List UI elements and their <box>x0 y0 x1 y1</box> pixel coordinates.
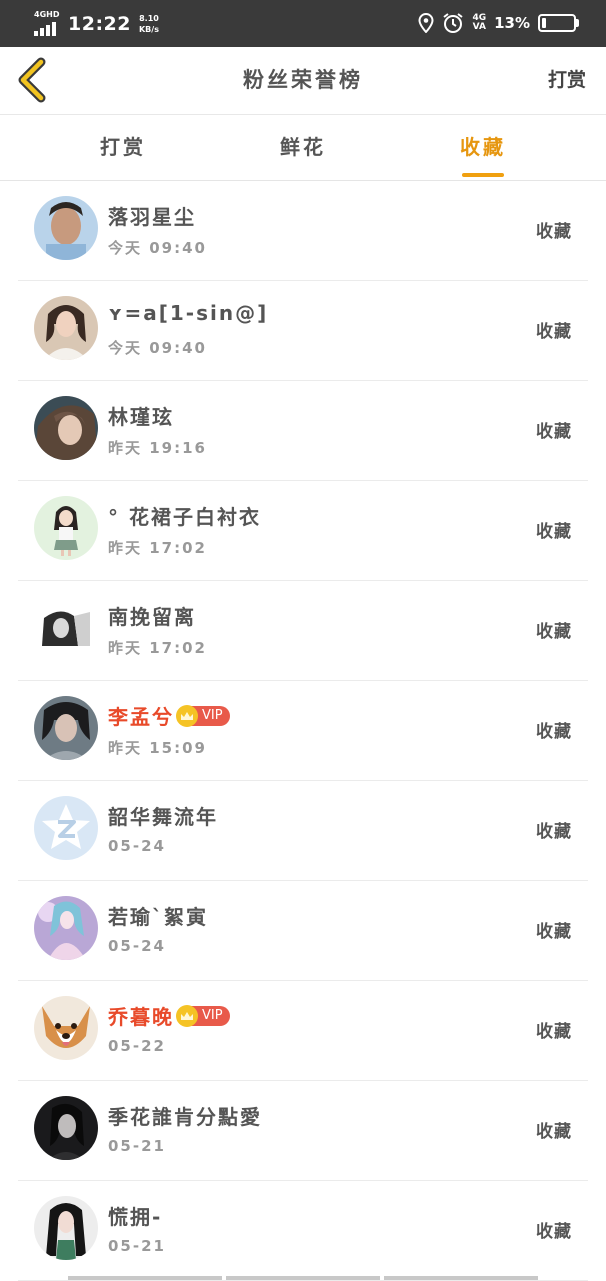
timestamp: 05-21 <box>108 1137 166 1155</box>
timestamp: 今天 09:40 <box>108 239 207 257</box>
user-name-text: 林瑾玹 <box>108 405 174 429</box>
vip-label: VIP <box>202 708 223 723</box>
user-name: 落羽星尘 <box>108 201 196 230</box>
user-name-text: ° 花裙子白衬衣 <box>108 505 261 529</box>
user-name: ʏ=a[1-sin@] <box>108 301 268 325</box>
tab-reward[interactable]: 打赏 <box>78 115 168 180</box>
avatar[interactable] <box>34 1196 98 1260</box>
status-left: 4GHD 12:22 8.10 KB/s <box>34 10 159 36</box>
tab-favorites[interactable]: 收藏 <box>438 115 528 180</box>
user-name: 韶华舞流年 <box>108 801 218 830</box>
avatar[interactable] <box>34 896 98 960</box>
avatar[interactable] <box>34 396 98 460</box>
user-name: 乔暮晚 VIP <box>108 1001 230 1030</box>
mobile-data-icon: 4G VA <box>472 14 486 32</box>
header-bar: 粉丝荣誉榜 打赏 <box>0 47 606 115</box>
vip-label: VIP <box>202 1008 223 1023</box>
user-name-text: 季花誰肯分點愛 <box>108 1105 262 1129</box>
user-name-text: 落羽星尘 <box>108 205 196 229</box>
timestamp: 昨天 19:16 <box>108 439 207 457</box>
action-label: 收藏 <box>536 522 572 542</box>
action-label: 收藏 <box>536 1222 572 1242</box>
user-name: 林瑾玹 <box>108 401 174 430</box>
crown-icon <box>176 704 198 727</box>
net-right-bottom: VA <box>472 22 486 32</box>
action-label: 收藏 <box>536 422 572 442</box>
avatar[interactable] <box>34 296 98 360</box>
action-label: 收藏 <box>536 922 572 942</box>
user-name: 慌拥- <box>108 1201 162 1230</box>
timestamp: 05-24 <box>108 837 166 855</box>
action-label: 收藏 <box>536 322 572 342</box>
timestamp: 昨天 17:02 <box>108 639 207 657</box>
list-item[interactable]: 乔暮晚 VIP 05-22 收藏 <box>0 981 606 1081</box>
avatar[interactable] <box>34 596 98 660</box>
user-name: ° 花裙子白衬衣 <box>108 501 261 530</box>
action-label: 收藏 <box>536 722 572 742</box>
network-type: 4GHD <box>34 10 60 19</box>
list-item[interactable]: ° 花裙子白衬衣 昨天 17:02 收藏 <box>0 481 606 581</box>
list-item[interactable]: 林瑾玹 昨天 19:16 收藏 <box>0 381 606 481</box>
user-name: 南挽留离 <box>108 601 196 630</box>
avatar[interactable] <box>34 496 98 560</box>
timestamp: 05-24 <box>108 937 166 955</box>
battery-percent: 13% <box>494 14 530 32</box>
user-name-text: 李孟兮 <box>108 705 174 729</box>
list-item[interactable]: 韶华舞流年 05-24 收藏 <box>0 781 606 881</box>
avatar[interactable] <box>34 796 98 860</box>
list-item[interactable]: 落羽星尘 今天 09:40 收藏 <box>0 181 606 281</box>
avatar[interactable] <box>34 996 98 1060</box>
list-item[interactable]: 若瑜`絮寅 05-24 收藏 <box>0 881 606 981</box>
list-item[interactable]: 李孟兮 VIP 昨天 15:09 收藏 <box>0 681 606 781</box>
page-title: 粉丝荣誉榜 <box>243 68 363 92</box>
speed-unit: KB/s <box>138 25 159 34</box>
signal-icon: 4GHD <box>34 10 60 36</box>
avatar[interactable] <box>34 696 98 760</box>
user-name-text: 慌拥- <box>108 1205 163 1229</box>
status-bar: 4GHD 12:22 8.10 KB/s 4G VA 13% <box>0 0 606 47</box>
fan-list: 落羽星尘 今天 09:40 收藏 ʏ=a[1-sin@] 今天 09:40 收藏… <box>0 181 606 1281</box>
avatar[interactable] <box>34 1096 98 1160</box>
tab-bar: 打赏 鲜花 收藏 <box>0 115 606 181</box>
action-label: 收藏 <box>536 1022 572 1042</box>
location-icon <box>418 13 434 33</box>
network-speed: 8.10 KB/s <box>139 13 159 35</box>
user-name-text: 韶华舞流年 <box>108 805 218 829</box>
user-name-text: 南挽留离 <box>108 605 196 629</box>
clock: 12:22 <box>68 13 131 35</box>
user-name-text: 乔暮晚 <box>108 1005 174 1029</box>
action-label: 收藏 <box>536 822 572 842</box>
vip-badge: VIP <box>176 1004 230 1027</box>
list-item[interactable]: 季花誰肯分點愛 05-21 收藏 <box>0 1081 606 1181</box>
avatar[interactable] <box>34 196 98 260</box>
list-item[interactable]: ʏ=a[1-sin@] 今天 09:40 收藏 <box>0 281 606 381</box>
tab-flowers[interactable]: 鲜花 <box>258 115 348 180</box>
reward-button[interactable]: 打赏 <box>548 47 586 113</box>
battery-icon <box>538 14 579 32</box>
bottom-scroll-indicator <box>68 1276 538 1280</box>
user-name: 季花誰肯分點愛 <box>108 1101 262 1130</box>
list-item[interactable]: 慌拥- 05-21 收藏 <box>0 1181 606 1281</box>
timestamp: 05-22 <box>108 1037 166 1055</box>
timestamp: 05-21 <box>108 1237 166 1255</box>
user-name-text: ʏ=a[1-sin@] <box>108 301 269 325</box>
crown-icon <box>176 1004 198 1027</box>
timestamp: 昨天 17:02 <box>108 539 207 557</box>
action-label: 收藏 <box>536 1122 572 1142</box>
timestamp: 今天 09:40 <box>108 339 207 357</box>
user-name-text: 若瑜`絮寅 <box>108 905 208 929</box>
timestamp: 昨天 15:09 <box>108 739 207 757</box>
list-item[interactable]: 南挽留离 昨天 17:02 收藏 <box>0 581 606 681</box>
vip-badge: VIP <box>176 704 230 727</box>
speed-value: 8.10 <box>139 14 159 23</box>
user-name: 若瑜`絮寅 <box>108 901 208 930</box>
status-right: 4G VA 13% <box>418 12 579 34</box>
alarm-icon <box>443 13 464 33</box>
action-label: 收藏 <box>536 222 572 242</box>
user-name: 李孟兮 VIP <box>108 701 230 730</box>
action-label: 收藏 <box>536 622 572 642</box>
